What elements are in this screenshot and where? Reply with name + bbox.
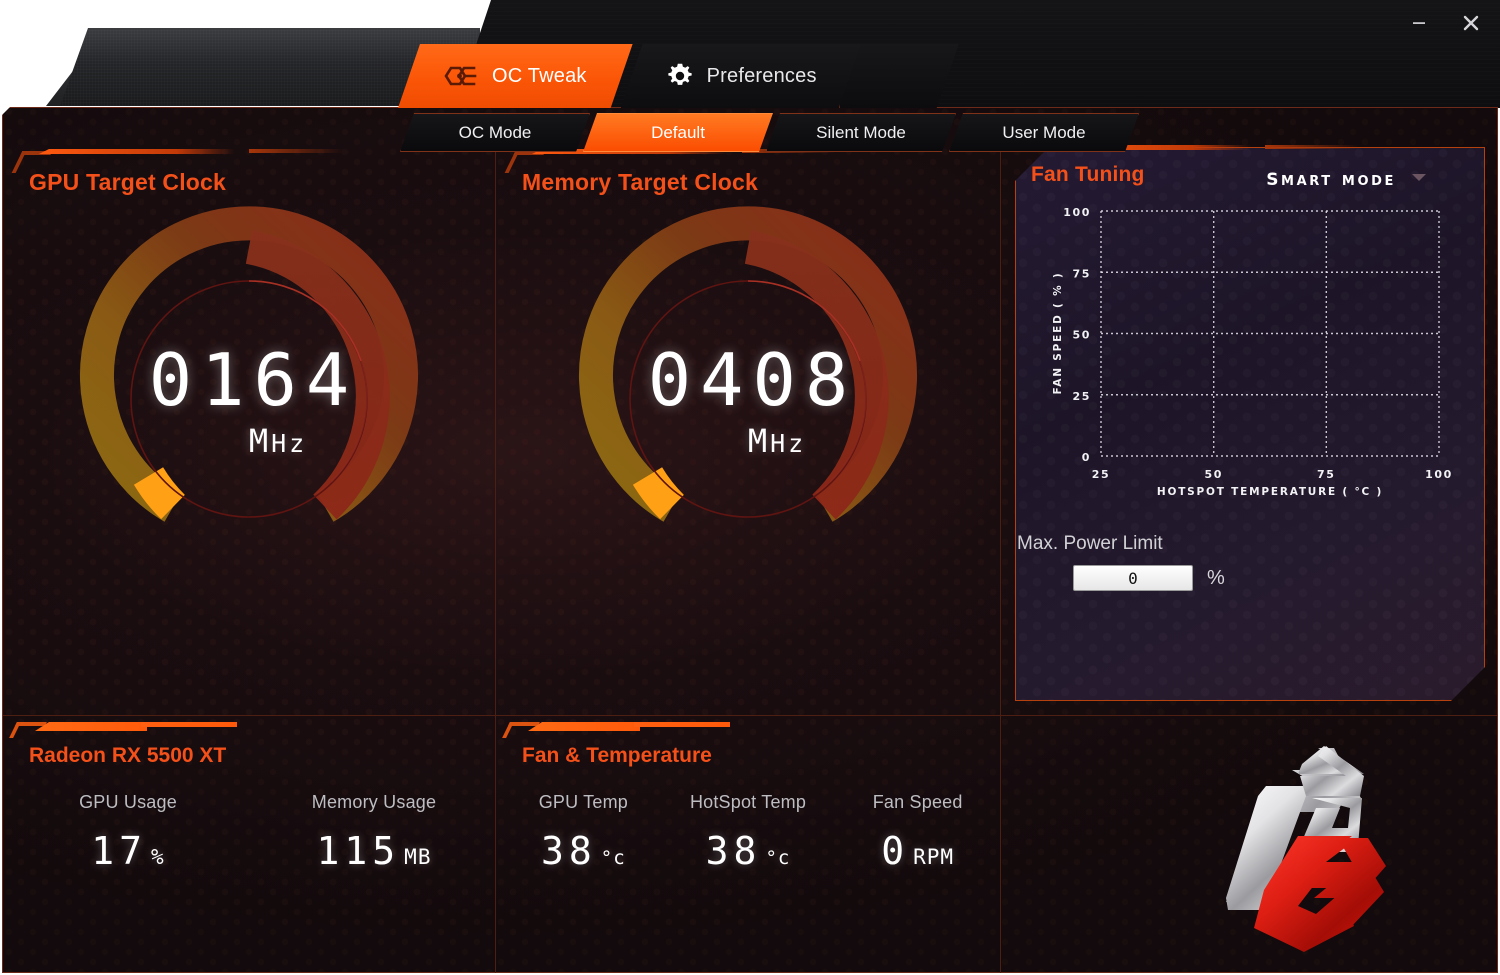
y-axis-title: FAN SPEED ( % ) xyxy=(1052,272,1064,395)
gpu-clock-title: GPU Target Clock xyxy=(29,169,227,195)
close-icon xyxy=(1463,15,1479,31)
gpu-clock-value: 0164 xyxy=(148,338,359,422)
content-area: GPU Target Clock 0164 MHz Memory Target … xyxy=(3,137,1497,973)
bottom-row: Radeon RX 5500 XT GPU Usage 17 % Memory … xyxy=(3,715,1497,973)
corner-decoration xyxy=(9,720,343,746)
fan-card-title: Fan & Temperature xyxy=(522,744,712,767)
close-button[interactable] xyxy=(1456,8,1486,38)
memory-clock-title: Memory Target Clock xyxy=(522,169,758,195)
mode-tab-silent-mode[interactable]: Silent Mode xyxy=(766,113,956,152)
mode-tab-user-mode[interactable]: User Mode xyxy=(949,113,1139,152)
panel-fan-tuning: Fan Tuning Smart Mode xyxy=(1000,137,1496,715)
y-tick-25: 25 xyxy=(1072,390,1091,403)
mode-tab-user-mode-label: User Mode xyxy=(1002,122,1086,142)
panel-memory-target-clock: Memory Target Clock 0408 MHz xyxy=(495,137,1000,715)
y-tick-100: 100 xyxy=(1063,206,1091,219)
fan-curve-chart[interactable]: 100 75 50 25 0 25 50 75 100 HOTSPOT TEMP… xyxy=(1039,201,1457,501)
panel-brand-logo xyxy=(1000,716,1496,973)
stat-gpu-usage-value: 17 % xyxy=(91,829,165,873)
tab-oc-tweak-label: OC Tweak xyxy=(492,64,587,87)
stat-memory-usage-value: 115 MB xyxy=(316,829,432,873)
max-power-limit-row: % xyxy=(1073,565,1225,591)
fan-tuning-title: Fan Tuning xyxy=(1031,163,1145,186)
y-tick-0: 0 xyxy=(1082,451,1091,464)
panel-gpu-target-clock: GPU Target Clock 0164 MHz xyxy=(3,137,495,715)
gpu-card-stats: GPU Usage 17 % Memory Usage 115 MB xyxy=(3,792,495,873)
gpu-card-title: Radeon RX 5500 XT xyxy=(29,744,227,767)
stat-gpu-temp-value: 38 °c xyxy=(541,829,626,873)
gear-icon xyxy=(667,63,693,89)
panel-fan-temperature: Fan & Temperature GPU Temp 38 °c HotSpot… xyxy=(495,716,1000,973)
y-tick-75: 75 xyxy=(1072,267,1091,280)
x-axis-title: HOTSPOT TEMPERATURE ( °C ) xyxy=(1157,486,1383,498)
y-tick-50: 50 xyxy=(1072,329,1091,342)
memory-clock-value: 0408 xyxy=(647,338,858,422)
mode-tab-silent-mode-label: Silent Mode xyxy=(816,122,906,142)
mode-tab-default[interactable]: Default xyxy=(583,113,773,152)
gpu-clock-gauge[interactable]: 0164 MHz xyxy=(69,206,429,579)
phantom-gaming-logo xyxy=(1206,740,1466,955)
main-tab-bar: OC Tweak Preferences xyxy=(398,44,959,108)
stat-fan-speed-label: Fan Speed xyxy=(872,792,963,812)
max-power-limit-input[interactable] xyxy=(1073,565,1193,591)
stat-gpu-usage: GPU Usage 17 % xyxy=(3,792,253,873)
stat-memory-usage-label: Memory Usage xyxy=(311,792,437,812)
chevron-down-icon xyxy=(1412,173,1426,181)
top-row: GPU Target Clock 0164 MHz Memory Target … xyxy=(3,137,1497,715)
window-controls xyxy=(1404,8,1486,38)
stat-fan-speed-value: 0 RPM xyxy=(881,829,955,873)
gpu-clock-unit: MHz xyxy=(248,422,308,460)
corner-decoration xyxy=(502,720,836,746)
oc-tweak-icon xyxy=(444,65,478,87)
panel-gpu-card: Radeon RX 5500 XT GPU Usage 17 % Memory … xyxy=(3,716,495,973)
stat-gpu-temp-label: GPU Temp xyxy=(538,792,628,812)
max-power-limit-suffix: % xyxy=(1207,566,1225,589)
fan-card-stats: GPU Temp 38 °c HotSpot Temp 38 °c Fan Sp… xyxy=(496,792,1000,873)
minimize-button[interactable] xyxy=(1404,8,1434,38)
stat-hotspot-temp-label: HotSpot Temp xyxy=(689,792,807,812)
mode-tab-oc-mode[interactable]: OC Mode xyxy=(400,113,590,152)
gpu-clock-readout: 0164 MHz xyxy=(69,219,429,579)
app-window: OC Tweak Preferences OC Mode Default Sil… xyxy=(0,0,1500,975)
mode-tab-oc-mode-label: OC Mode xyxy=(458,122,532,142)
mode-tab-bar: OC Mode Default Silent Mode User Mode xyxy=(400,113,1132,152)
stat-hotspot-temp-value: 38 °c xyxy=(705,829,791,873)
x-tick-25: 25 xyxy=(1092,468,1111,481)
stat-memory-usage: Memory Usage 115 MB xyxy=(253,792,495,873)
stat-gpu-temp: GPU Temp 38 °c xyxy=(506,792,661,873)
fan-mode-selector[interactable]: Smart Mode xyxy=(1266,163,1426,191)
mode-tab-default-label: Default xyxy=(651,122,705,142)
x-tick-50: 50 xyxy=(1204,468,1223,481)
memory-clock-gauge[interactable]: 0408 MHz xyxy=(568,206,928,579)
tab-preferences-label: Preferences xyxy=(706,64,817,87)
memory-clock-readout: 0408 MHz xyxy=(568,219,928,579)
x-tick-100: 100 xyxy=(1425,468,1453,481)
stat-gpu-usage-label: GPU Usage xyxy=(79,792,177,812)
corner-decoration xyxy=(11,145,347,173)
memory-clock-unit: MHz xyxy=(747,422,807,460)
max-power-limit-label: Max. Power Limit xyxy=(1017,533,1163,554)
stat-hotspot-temp: HotSpot Temp 38 °c xyxy=(661,792,836,873)
x-tick-75: 75 xyxy=(1317,468,1336,481)
tab-preferences[interactable]: Preferences xyxy=(621,44,863,108)
stat-fan-speed: Fan Speed 0 RPM xyxy=(835,792,1000,873)
tab-oc-tweak[interactable]: OC Tweak xyxy=(398,44,633,108)
minimize-icon xyxy=(1413,22,1425,24)
fan-mode-label: Smart Mode xyxy=(1266,163,1396,191)
